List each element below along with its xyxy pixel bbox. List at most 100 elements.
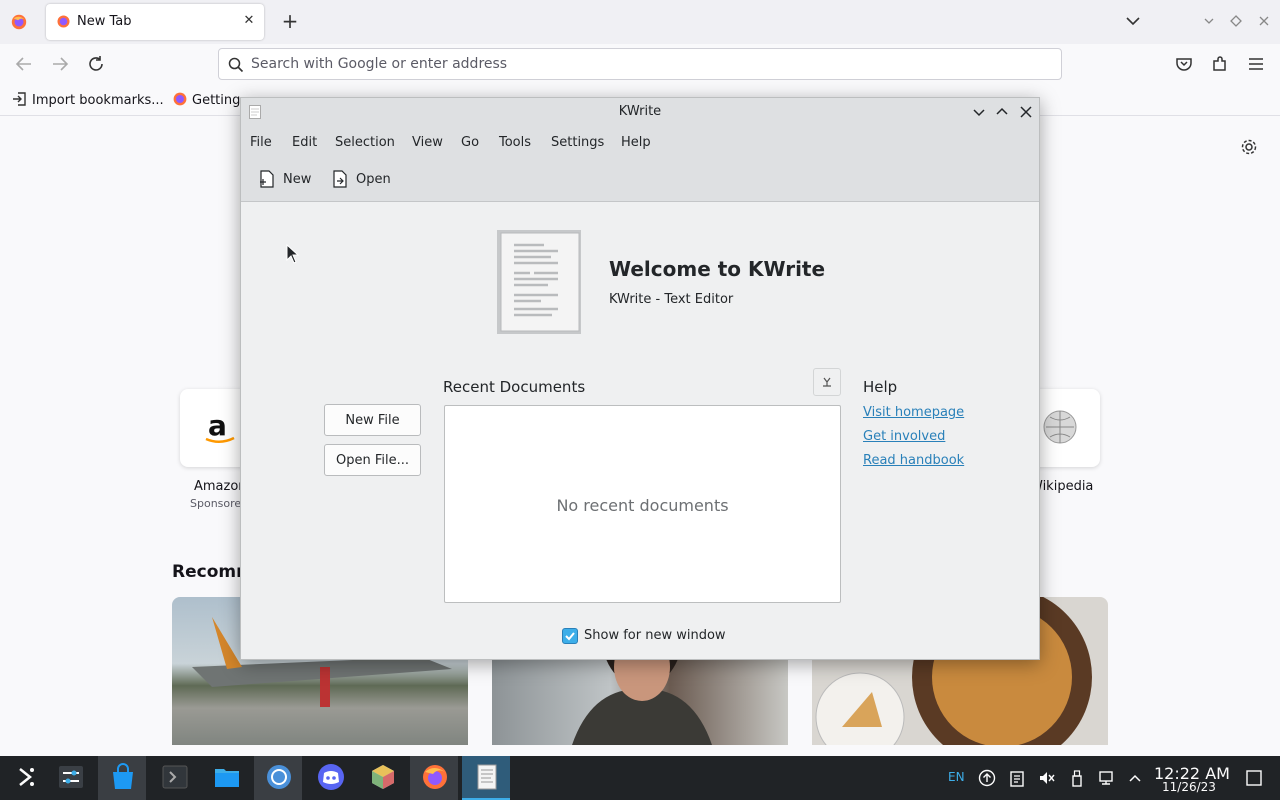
task-konsole[interactable]: [150, 756, 198, 800]
menu-tools[interactable]: Tools: [499, 135, 531, 150]
kwrite-document-logo-icon: [497, 230, 581, 334]
hamburger-menu-icon[interactable]: [1246, 54, 1266, 74]
mouse-cursor-icon: [286, 244, 300, 264]
kwrite-maximize-icon[interactable]: [994, 104, 1010, 120]
application-launcher[interactable]: [0, 756, 48, 800]
tab-new-tab[interactable]: New Tab ✕: [46, 4, 264, 40]
menu-view[interactable]: View: [412, 135, 443, 150]
task-chromium[interactable]: [254, 756, 302, 800]
firefox-bookmark-icon: [173, 92, 187, 106]
discord-icon: [318, 764, 344, 790]
menu-edit[interactable]: Edit: [292, 135, 317, 150]
task-discord[interactable]: [306, 756, 354, 800]
welcome-subtitle: KWrite - Text Editor: [609, 292, 734, 307]
clear-list-broom-icon: [823, 377, 831, 387]
show-for-new-window-label[interactable]: Show for new window: [584, 628, 726, 643]
close-window-icon[interactable]: [1257, 14, 1271, 28]
network-wired-icon[interactable]: [1098, 769, 1116, 787]
address-input[interactable]: [251, 53, 1041, 75]
menu-file[interactable]: File: [250, 135, 272, 150]
system-tray-expand-icon[interactable]: [1126, 769, 1144, 787]
newtab-settings-gear-icon[interactable]: [1240, 138, 1258, 156]
browser-tab-bar: New Tab ✕ +: [0, 0, 1280, 44]
pocket-icon[interactable]: [1174, 54, 1194, 74]
clock-date[interactable]: 11/26/23: [1162, 780, 1216, 794]
kwrite-window-title: KWrite: [618, 104, 662, 119]
task-settings[interactable]: [46, 756, 94, 800]
recent-documents-list[interactable]: No recent documents: [444, 405, 841, 603]
menu-selection[interactable]: Selection: [335, 135, 395, 150]
show-for-new-window-checkbox[interactable]: [562, 628, 578, 644]
task-discover[interactable]: [98, 756, 146, 800]
maximize-icon[interactable]: [1229, 14, 1243, 28]
toolbar-open-button[interactable]: Open: [332, 169, 396, 191]
visit-homepage-link[interactable]: Visit homepage: [863, 405, 964, 420]
kwrite-menubar: File Edit Selection View Go Tools Settin…: [241, 126, 1039, 158]
update-notifier-icon[interactable]: [978, 769, 996, 787]
back-arrow-icon[interactable]: [13, 53, 35, 75]
svg-text:a: a: [208, 409, 227, 442]
bookmark-import[interactable]: Import bookmarks...: [12, 91, 164, 109]
search-icon: [228, 57, 244, 73]
list-all-tabs-chevron-icon[interactable]: [1124, 14, 1142, 28]
open-file-button[interactable]: Open File...: [324, 444, 421, 476]
reload-icon[interactable]: [85, 53, 107, 75]
task-kwrite[interactable]: [462, 756, 510, 800]
toolbar-new-label: New: [283, 172, 312, 187]
kwrite-window: KWrite File Edit Selection View Go Tools…: [240, 97, 1040, 660]
new-tab-button[interactable]: +: [280, 11, 300, 33]
cube-app-icon: [372, 765, 394, 789]
wikipedia-globe-icon: [1043, 410, 1077, 444]
help-title: Help: [863, 378, 898, 396]
menu-help[interactable]: Help: [621, 135, 651, 150]
clipboard-icon[interactable]: [1008, 769, 1026, 787]
recent-documents-title: Recent Documents: [443, 378, 586, 396]
tab-close-icon[interactable]: ✕: [240, 12, 258, 30]
import-icon: [13, 92, 26, 106]
get-involved-link[interactable]: Get involved: [863, 429, 945, 444]
system-settings-icon: [59, 766, 83, 788]
firefox-taskbar-icon: [423, 765, 447, 789]
extensions-puzzle-icon[interactable]: [1210, 54, 1230, 74]
bookmark-getting-started[interactable]: Getting: [172, 91, 240, 109]
firefox-tab-favicon-icon: [57, 15, 70, 28]
clear-recent-button[interactable]: [813, 368, 841, 396]
task-dolphin[interactable]: [202, 756, 250, 800]
kwrite-minimize-icon[interactable]: [971, 104, 987, 120]
toolbar-new-button[interactable]: New: [259, 169, 319, 191]
kde-launcher-icon: [19, 768, 34, 786]
kwrite-taskbar-icon: [477, 764, 497, 790]
minimize-icon[interactable]: [1202, 14, 1216, 28]
toolbar-open-label: Open: [356, 172, 391, 187]
terminal-icon: [162, 765, 188, 789]
usb-device-icon[interactable]: [1068, 769, 1086, 787]
tab-title: New Tab: [77, 14, 132, 29]
amazon-logo-icon: a: [205, 409, 235, 443]
checkmark-icon: [565, 632, 575, 641]
menu-go[interactable]: Go: [461, 135, 479, 150]
taskbar: EN: [0, 756, 1280, 800]
welcome-title: Welcome to KWrite: [609, 257, 826, 281]
kwrite-close-icon[interactable]: [1018, 104, 1034, 120]
new-document-icon: [260, 170, 274, 188]
address-bar[interactable]: [218, 48, 1062, 80]
read-handbook-link[interactable]: Read handbook: [863, 453, 964, 468]
bookmark-label: Getting: [192, 93, 241, 108]
task-firefox[interactable]: [410, 756, 458, 800]
chromium-icon: [267, 765, 291, 789]
firefox-icon[interactable]: [10, 13, 28, 31]
task-cube-app[interactable]: [358, 756, 406, 800]
browser-nav-bar: [0, 44, 1280, 84]
forward-arrow-icon[interactable]: [49, 53, 71, 75]
discover-store-icon: [113, 763, 133, 789]
new-file-button[interactable]: New File: [324, 404, 421, 436]
show-desktop-icon[interactable]: [1245, 769, 1263, 787]
shortcut-label-amazon: Amazon: [194, 479, 247, 494]
menu-settings[interactable]: Settings: [551, 135, 604, 150]
kwrite-titlebar[interactable]: KWrite: [241, 98, 1039, 126]
keyboard-layout-indicator[interactable]: EN: [948, 770, 965, 784]
volume-muted-icon[interactable]: [1038, 769, 1056, 787]
kwrite-toolbar: New Open: [241, 158, 1039, 202]
bookmark-label: Import bookmarks...: [32, 93, 164, 108]
recent-empty-message: No recent documents: [556, 496, 729, 515]
